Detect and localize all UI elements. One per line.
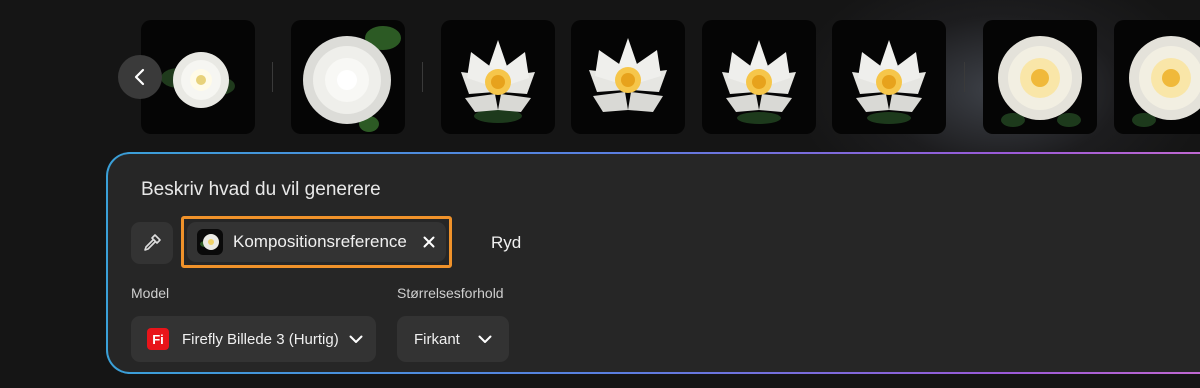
eyedropper-icon xyxy=(144,234,161,251)
aspect-ratio-dropdown[interactable]: Firkant xyxy=(397,316,509,362)
chevron-left-icon xyxy=(134,68,145,86)
aspect-ratio-value: Firkant xyxy=(414,330,460,348)
clear-button[interactable]: Ryd xyxy=(491,233,521,253)
thumb-lotus-3[interactable] xyxy=(702,20,816,134)
prompt-panel-inner: Beskriv hvad du vil generere Komposition… xyxy=(108,154,1200,372)
model-value: Firefly Billede 3 (Hurtig) xyxy=(182,330,339,348)
thumb-camellia-yellow-1[interactable] xyxy=(983,20,1097,134)
flower-image xyxy=(1129,36,1200,127)
firefly-logo-icon: Fi xyxy=(147,328,169,350)
chip-label: Kompositionsreference xyxy=(233,232,407,251)
flower-image xyxy=(852,40,926,124)
thumb-lotus-2[interactable] xyxy=(571,20,685,134)
close-icon[interactable] xyxy=(421,234,437,250)
prompt-input[interactable]: Beskriv hvad du vil generere xyxy=(141,179,381,201)
chevron-down-icon xyxy=(478,334,492,344)
aspect-ratio-label: Størrelsesforhold xyxy=(397,285,504,301)
flower-image xyxy=(303,26,401,132)
flower-image xyxy=(998,36,1082,127)
reference-carousel xyxy=(0,0,1200,150)
thumb-camellia-large[interactable] xyxy=(291,20,405,134)
eyedropper-button[interactable] xyxy=(131,222,173,264)
thumb-separator xyxy=(272,62,273,92)
model-dropdown[interactable]: Fi Firefly Billede 3 (Hurtig) xyxy=(131,316,376,362)
composition-reference-chip[interactable]: Kompositionsreference xyxy=(187,222,446,262)
thumb-lotus-1[interactable] xyxy=(441,20,555,134)
flower-image xyxy=(200,234,219,250)
flower-image xyxy=(722,40,796,124)
thumb-separator xyxy=(422,62,423,92)
prompt-panel: Beskriv hvad du vil generere Komposition… xyxy=(106,152,1200,374)
flower-image xyxy=(461,40,535,123)
thumb-lotus-4[interactable] xyxy=(832,20,946,134)
flower-image xyxy=(589,38,667,112)
chip-thumbnail xyxy=(197,229,223,255)
carousel-prev-button[interactable] xyxy=(118,55,162,99)
chevron-down-icon xyxy=(349,334,363,344)
thumb-camellia-yellow-2[interactable] xyxy=(1114,20,1200,134)
thumb-separator xyxy=(964,62,965,92)
model-label: Model xyxy=(131,285,170,301)
